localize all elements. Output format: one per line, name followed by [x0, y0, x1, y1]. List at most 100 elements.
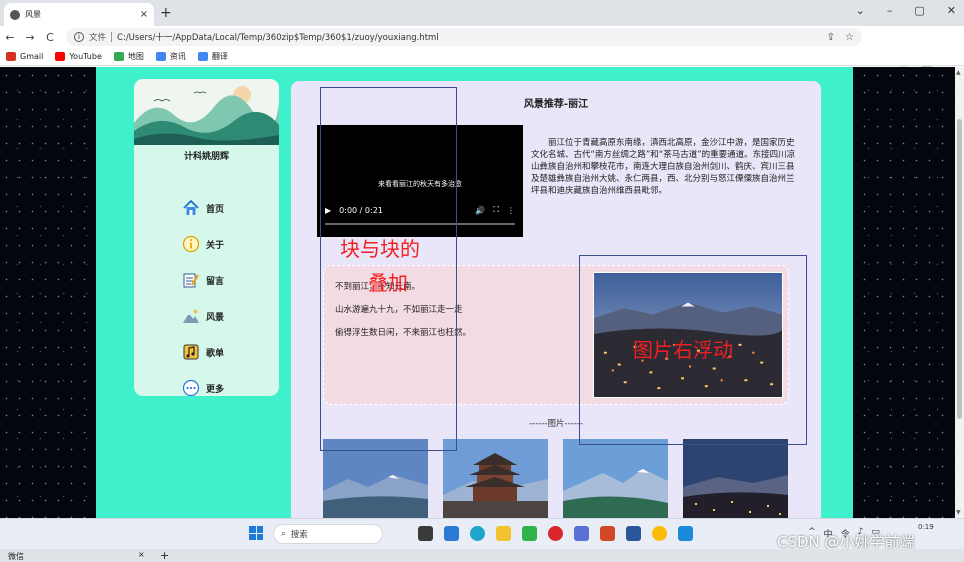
gmail-icon: [6, 52, 16, 61]
maximize-icon[interactable]: ▢: [914, 4, 924, 17]
page-scrollbar[interactable]: ▲ ▼: [955, 67, 964, 518]
toolbar: ← → C i 文件 C:/Users/十一/AppData/Local/Tem…: [0, 26, 964, 69]
windows-start-icon[interactable]: [249, 526, 263, 540]
bookmark-news[interactable]: 资讯: [155, 51, 186, 62]
tab-title: 风景: [25, 10, 41, 19]
wechat-icon[interactable]: [522, 526, 537, 541]
tab-close-icon[interactable]: ×: [140, 9, 148, 20]
owner-name: 计科姚朋辉: [183, 152, 229, 162]
netease-music-icon[interactable]: [548, 526, 563, 541]
powerpoint-icon[interactable]: [600, 526, 615, 541]
url-scheme: 文件: [89, 33, 107, 43]
gallery-image[interactable]: [443, 439, 548, 518]
sidebar-item-playlist[interactable]: 歌单: [182, 334, 224, 370]
search-icon: ⌕: [281, 529, 286, 539]
gallery-image[interactable]: [683, 439, 788, 518]
reload-icon[interactable]: C: [40, 31, 60, 44]
music-icon: [183, 344, 199, 360]
bookmark-gmail[interactable]: Gmail: [6, 52, 43, 61]
window-controls: ⌄ – ▢ ✕: [856, 4, 956, 17]
gallery-image[interactable]: [323, 439, 428, 518]
sidebar-item-about[interactable]: 关于: [182, 226, 224, 262]
scenery-icon: [183, 309, 199, 323]
sidebar: 计科姚朋辉 首页 关于 留言 风景 歌单 更多: [134, 79, 279, 396]
app-icon[interactable]: [574, 526, 589, 541]
play-icon[interactable]: ▶: [325, 206, 331, 215]
minimize-icon[interactable]: –: [887, 4, 893, 17]
sidebar-item-more[interactable]: 更多: [182, 370, 224, 396]
news-icon: [155, 52, 166, 61]
sidebar-menu: 首页 关于 留言 风景 歌单 更多: [182, 190, 224, 396]
app-icon[interactable]: [678, 526, 693, 541]
video-progress-bar[interactable]: [325, 223, 515, 225]
sidebar-item-scenery[interactable]: 风景: [182, 298, 224, 334]
back-icon[interactable]: ←: [0, 31, 20, 44]
video-time: 0:00 / 0:21: [339, 205, 383, 215]
edge-icon[interactable]: [470, 526, 485, 541]
tab-active[interactable]: 风景 ×: [4, 3, 154, 26]
clock[interactable]: 0:19: [918, 523, 934, 531]
divider: [111, 32, 113, 42]
sidebar-item-label: 歌单: [206, 348, 225, 359]
background-window-tabstrip: 微信 × +: [0, 549, 964, 562]
scroll-down-icon[interactable]: ▼: [956, 509, 961, 516]
video-menu-icon[interactable]: ⋮: [507, 206, 515, 215]
tab-close-icon[interactable]: ×: [138, 550, 145, 559]
translate-icon: [197, 52, 208, 61]
gallery-image[interactable]: [563, 439, 668, 518]
taskbar-search[interactable]: ⌕ 搜索: [273, 524, 383, 544]
tab-title[interactable]: 微信: [8, 551, 24, 562]
sidebar-item-message[interactable]: 留言: [182, 262, 224, 298]
vscode-icon[interactable]: [444, 526, 459, 541]
sidebar-item-label: 首页: [206, 204, 225, 215]
scroll-up-icon[interactable]: ▲: [956, 69, 961, 76]
scrollbar-thumb[interactable]: [957, 119, 962, 419]
more-icon: [182, 379, 200, 396]
address-bar[interactable]: i 文件 C:/Users/十一/AppData/Local/Temp/360z…: [66, 28, 862, 46]
sidebar-item-home[interactable]: 首页: [182, 190, 224, 226]
info-icon[interactable]: i: [74, 32, 84, 42]
new-tab-button[interactable]: +: [160, 549, 169, 562]
bookmark-label: 翻译: [211, 52, 228, 61]
sidebar-item-label: 风景: [206, 312, 225, 323]
tab-search-icon[interactable]: ⌄: [856, 4, 865, 17]
close-icon[interactable]: ✕: [947, 4, 956, 17]
share-icon[interactable]: ⇪: [827, 32, 835, 43]
bookmarks-bar: Gmail YouTube 地图 资讯 翻译: [0, 48, 964, 66]
bookmark-star-icon[interactable]: ☆: [845, 32, 854, 43]
poem-line: 山水游遍九十九，不如丽江走一走: [335, 305, 463, 315]
url-text[interactable]: C:/Users/十一/AppData/Local/Temp/360zip$Te…: [117, 31, 439, 43]
forward-icon[interactable]: →: [20, 31, 40, 44]
sidebar-item-label: 更多: [206, 384, 225, 395]
home-icon: [183, 199, 199, 215]
taskbar-apps: [418, 526, 693, 541]
info-icon: [182, 235, 200, 253]
file-explorer-icon[interactable]: [496, 526, 511, 541]
bookmark-maps[interactable]: 地图: [113, 51, 144, 62]
page-viewport: 计科姚朋辉 首页 关于 留言 风景 歌单 更多 风景推荐-丽江 来看看丽江的秋天…: [0, 67, 955, 518]
omnibox-actions: ⇪ ☆: [827, 32, 854, 43]
sidebar-item-label: 关于: [206, 240, 225, 251]
bookmark-label: 资讯: [169, 52, 186, 61]
fullscreen-icon[interactable]: ⛶: [493, 205, 499, 215]
overlap-annotation-line2: 叠加: [368, 271, 408, 295]
volume-icon[interactable]: 🔊: [475, 206, 485, 215]
chrome-icon[interactable]: [652, 526, 667, 541]
bookmark-label: Gmail: [20, 52, 44, 61]
page-container: 计科姚朋辉 首页 关于 留言 风景 歌单 更多 风景推荐-丽江 来看看丽江的秋天…: [96, 67, 853, 518]
tab-strip: 风景 × + ⌄ – ▢ ✕: [0, 0, 964, 26]
bookmark-youtube[interactable]: YouTube: [55, 52, 102, 61]
word-icon[interactable]: [626, 526, 641, 541]
globe-icon: [10, 9, 20, 20]
gallery: [323, 439, 788, 518]
youtube-icon: [55, 52, 66, 61]
new-tab-button[interactable]: +: [160, 5, 172, 21]
bookmark-label: 地图: [127, 52, 144, 61]
video-player[interactable]: 来看看丽江的秋天有多治愈 ▶ 0:00 / 0:21 🔊 ⛶ ⋮: [317, 125, 523, 237]
main-content: 风景推荐-丽江 来看看丽江的秋天有多治愈 ▶ 0:00 / 0:21 🔊 ⛶ ⋮…: [291, 81, 821, 518]
sidebar-item-label: 留言: [206, 276, 225, 287]
bookmark-translate[interactable]: 翻译: [197, 51, 228, 62]
poem-line: 偷得浮生数日闲，不来丽江也枉然。: [335, 328, 472, 338]
task-view-icon[interactable]: [418, 526, 433, 541]
video-caption: 来看看丽江的秋天有多治愈: [378, 180, 462, 188]
